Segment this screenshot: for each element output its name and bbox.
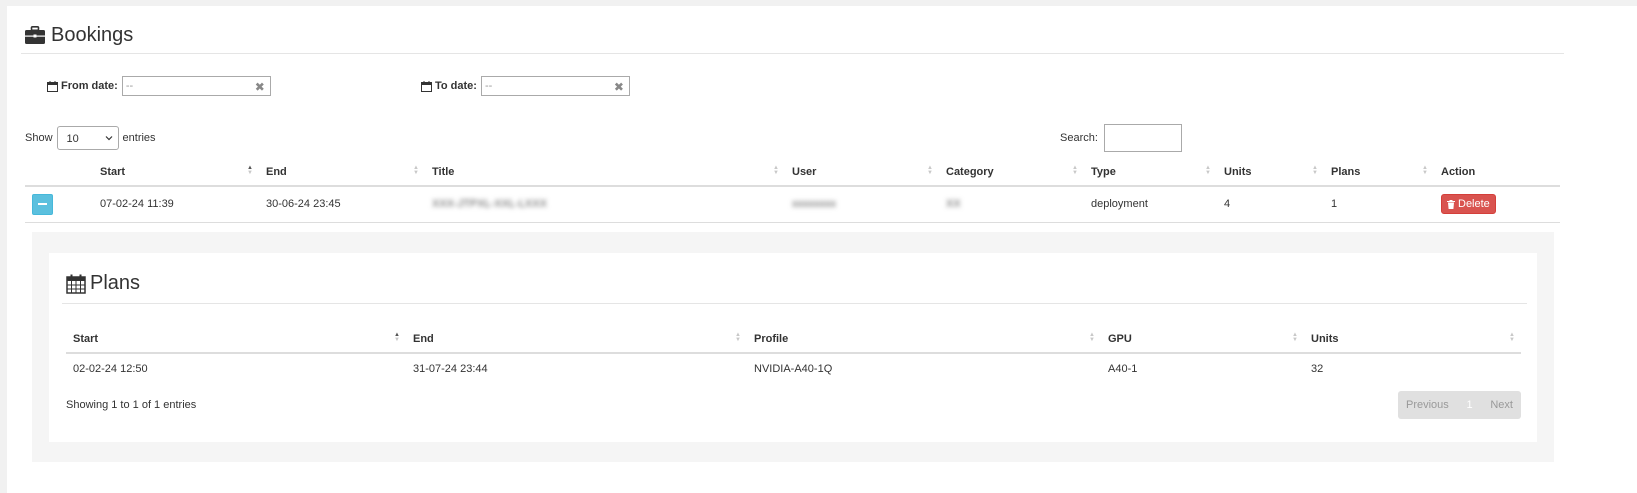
page-1-button[interactable]: 1 xyxy=(1467,399,1473,411)
plans-cell-profile: NVIDIA-A40-1Q xyxy=(754,362,833,375)
bookings-table: Start ▲ ▼ End ▲ ▼ Title ▲ ▼ User ▲ ▼ Categor… xyxy=(25,158,1560,223)
from-date-placeholder: -- xyxy=(125,80,134,92)
cell-units: 4 xyxy=(1224,198,1231,211)
entries-label: entries xyxy=(122,132,156,144)
sort-icon: ▲ ▼ xyxy=(1422,164,1428,176)
to-date-label: To date: xyxy=(421,80,477,92)
calendar-icon xyxy=(66,274,86,294)
cell-action: Delete xyxy=(1434,186,1560,222)
sort-icon: ▲ ▼ xyxy=(735,331,741,343)
col-user[interactable]: User ▲ ▼ xyxy=(785,158,939,187)
col-category[interactable]: Category ▲ ▼ xyxy=(939,158,1084,187)
sort-icon: ▲ ▼ xyxy=(1205,164,1211,176)
cell-user: xxxxxxxx xyxy=(792,198,836,211)
booking-detail-row: Plans Start ▲▼ End ▲▼ Profile ▲▼ GPU xyxy=(32,232,1554,462)
plans-col-end[interactable]: End ▲ ▼ xyxy=(406,325,747,354)
page-title-text: Bookings xyxy=(51,23,134,46)
plans-cell-end: 31-07-24 23:44 xyxy=(413,362,488,375)
search-input[interactable] xyxy=(1103,124,1182,152)
plans-col-start[interactable]: Start ▲ ▼ xyxy=(66,325,406,354)
plans-cell-start: 02-02-24 12:50 xyxy=(73,362,148,375)
from-date-label: From date: xyxy=(47,80,118,92)
trash-icon xyxy=(1447,199,1455,209)
plans-title-text: Plans xyxy=(90,272,141,294)
plans-table-info: Showing 1 to 1 of 1 entries xyxy=(66,399,197,411)
sort-icon: ▲ ▼ xyxy=(1292,331,1298,343)
plans-col-gpu[interactable]: GPU ▲ ▼ xyxy=(1101,325,1304,354)
plans-col-profile[interactable]: Profile ▲ ▼ xyxy=(747,325,1101,354)
sort-icon: ▲ ▼ xyxy=(1072,164,1078,176)
calendar-icon xyxy=(47,80,58,92)
previous-button[interactable]: Previous xyxy=(1406,399,1449,411)
plans-panel: Plans Start ▲▼ End ▲▼ Profile ▲▼ GPU xyxy=(49,253,1537,442)
plans-title: Plans xyxy=(66,272,140,295)
table-row: 02-02-24 12:50 31-07-24 23:44 NVIDIA-A40… xyxy=(66,353,1521,383)
sort-icon: ▲ ▼ xyxy=(1509,331,1515,343)
calendar-icon xyxy=(421,80,432,92)
entries-select[interactable]: 10 xyxy=(56,126,119,150)
to-date-filter: To date: -- ✖ xyxy=(421,76,630,96)
col-action: Action xyxy=(1434,158,1560,187)
page-title: Bookings xyxy=(25,20,133,50)
show-label: Show xyxy=(25,132,53,144)
cell-plans: 1 xyxy=(1331,198,1338,211)
expand-cell xyxy=(25,186,93,222)
plans-col-units[interactable]: Units ▲ ▼ xyxy=(1304,325,1521,354)
plans-cell-units: 32 xyxy=(1311,362,1324,375)
next-button[interactable]: Next xyxy=(1490,399,1513,411)
plans-table: Start ▲ ▼ End ▲ ▼ Profile ▲ ▼ GPU ▲ ▼ Units … xyxy=(66,325,1521,383)
plans-divider xyxy=(62,303,1527,304)
chevron-down-icon xyxy=(105,136,112,141)
sort-icon: ▲ ▼ xyxy=(773,164,779,176)
cell-title: XXX-JTPXL-XXL-LXXX xyxy=(432,198,547,211)
col-start[interactable]: Start ▲ ▼ xyxy=(93,158,259,187)
sort-icon: ▲ ▼ xyxy=(1089,331,1095,343)
sort-icon: ▲ ▼ xyxy=(927,164,933,176)
from-date-input[interactable]: -- ✖ xyxy=(121,76,271,96)
title-divider xyxy=(21,53,1564,54)
cell-start: 07-02-24 11:39 xyxy=(100,198,174,211)
search-control: Search: xyxy=(1060,124,1182,152)
search-label: Search: xyxy=(1060,132,1098,144)
sort-icon: ▲ ▼ xyxy=(394,331,400,343)
table-row: 07-02-24 11:39 30-06-24 23:45 XXX-JTPXL-… xyxy=(25,186,1560,222)
briefcase-icon xyxy=(25,26,45,44)
cell-end: 30-06-24 23:45 xyxy=(266,198,341,211)
collapse-row-button[interactable] xyxy=(32,193,53,215)
clear-from-date-icon[interactable]: ✖ xyxy=(255,80,265,94)
sort-icon: ▲ ▼ xyxy=(247,164,253,176)
length-control: Show 10 entries xyxy=(25,126,156,150)
col-title[interactable]: Title ▲ ▼ xyxy=(425,158,785,187)
entries-select-value: 10 xyxy=(66,133,79,145)
col-end[interactable]: End ▲ ▼ xyxy=(259,158,425,187)
to-date-placeholder: -- xyxy=(484,80,493,92)
col-units[interactable]: Units ▲ ▼ xyxy=(1217,158,1324,187)
plans-cell-gpu: A40-1 xyxy=(1108,362,1138,375)
plans-pagination: Previous 1 Next xyxy=(1398,391,1521,419)
delete-button[interactable]: Delete xyxy=(1441,194,1496,215)
from-date-filter: From date: -- ✖ xyxy=(47,76,271,96)
sort-icon: ▲ ▼ xyxy=(413,164,419,176)
clear-to-date-icon[interactable]: ✖ xyxy=(614,80,624,94)
col-plans[interactable]: Plans ▲ ▼ xyxy=(1324,158,1434,187)
to-date-input[interactable]: -- ✖ xyxy=(480,76,630,96)
cell-category: XX xyxy=(946,198,961,211)
col-type[interactable]: Type ▲ ▼ xyxy=(1084,158,1217,187)
col-expand xyxy=(25,158,93,187)
cell-type: deployment xyxy=(1091,198,1148,211)
bookings-panel: Bookings From date: -- ✖ To date: -- ✖ S… xyxy=(7,6,1637,493)
sort-icon: ▲ ▼ xyxy=(1312,164,1318,176)
